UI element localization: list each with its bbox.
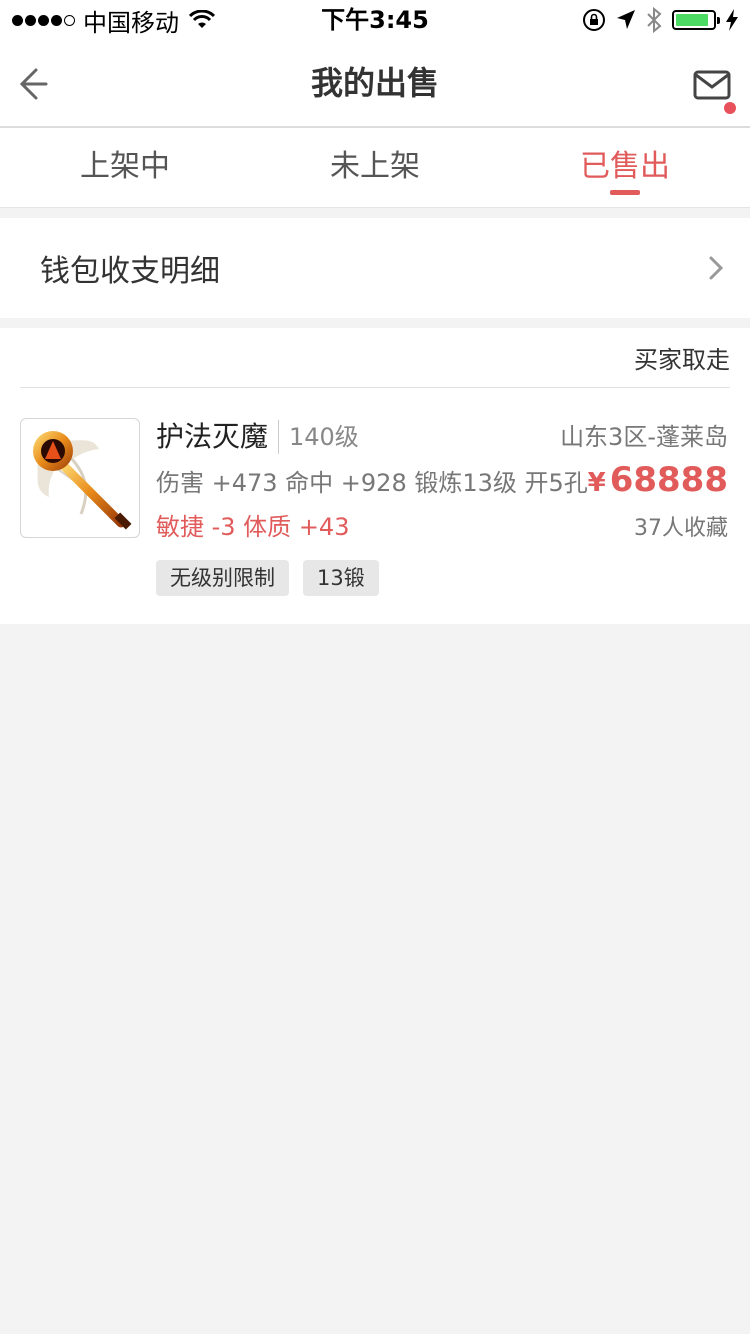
price-value: 68888 [609, 460, 728, 500]
tab-label: 未上架 [330, 149, 420, 184]
bluetooth-icon [647, 7, 662, 33]
mail-icon[interactable] [692, 64, 732, 104]
chevron-right-icon [709, 256, 724, 280]
charging-bolt-icon [726, 9, 738, 31]
tab-unlisted[interactable]: 未上架 [250, 128, 500, 207]
item-server: 山东3区-蓬莱岛 [560, 423, 728, 451]
item-attributes: 伤害 +473 命中 +928 锻炼13级 开5孔 [156, 469, 588, 497]
status-bar: 中国移动 下午3:45 [0, 0, 750, 40]
favorite-count: 37人收藏 [634, 516, 728, 541]
order-card[interactable]: 买家取走 护法灭魔 140级 山东3区-蓬莱岛 伤害 +473 命中 +928 … [0, 328, 750, 624]
item-tag: 无级别限制 [156, 560, 289, 596]
tab-bar: 上架中 未上架 已售出 [0, 128, 750, 208]
item-name: 护法灭魔 [156, 420, 269, 453]
battery-icon [672, 10, 720, 30]
item-tags: 无级别限制 13锻 [156, 560, 379, 596]
tab-listed[interactable]: 上架中 [0, 128, 250, 207]
item-tag: 13锻 [303, 560, 379, 596]
item-level: 140级 [278, 420, 359, 454]
page-title: 我的出售 [310, 64, 439, 102]
tab-sold[interactable]: 已售出 [500, 128, 750, 207]
order-status-row: 买家取走 [20, 328, 730, 388]
wallet-details-label: 钱包收支明细 [40, 254, 220, 289]
tab-active-indicator [610, 190, 640, 195]
currency-symbol: ¥ [587, 468, 606, 498]
item-row[interactable]: 护法灭魔 140级 山东3区-蓬莱岛 伤害 +473 命中 +928 锻炼13级… [0, 388, 750, 624]
order-status: 买家取走 [634, 346, 730, 374]
unread-badge [724, 102, 736, 114]
wallet-details-row[interactable]: 钱包收支明细 [0, 218, 750, 318]
item-thumbnail [20, 418, 140, 538]
tab-label: 已售出 [580, 149, 670, 184]
tab-label: 上架中 [80, 149, 170, 184]
item-bonus-stats: 敏捷 -3 体质 +43 [156, 513, 350, 541]
rotation-lock-icon [583, 9, 605, 31]
item-price: ¥68888 [588, 460, 728, 506]
weapon-image [33, 431, 132, 530]
nav-bar: 我的出售 [0, 40, 750, 128]
location-icon [617, 10, 635, 29]
